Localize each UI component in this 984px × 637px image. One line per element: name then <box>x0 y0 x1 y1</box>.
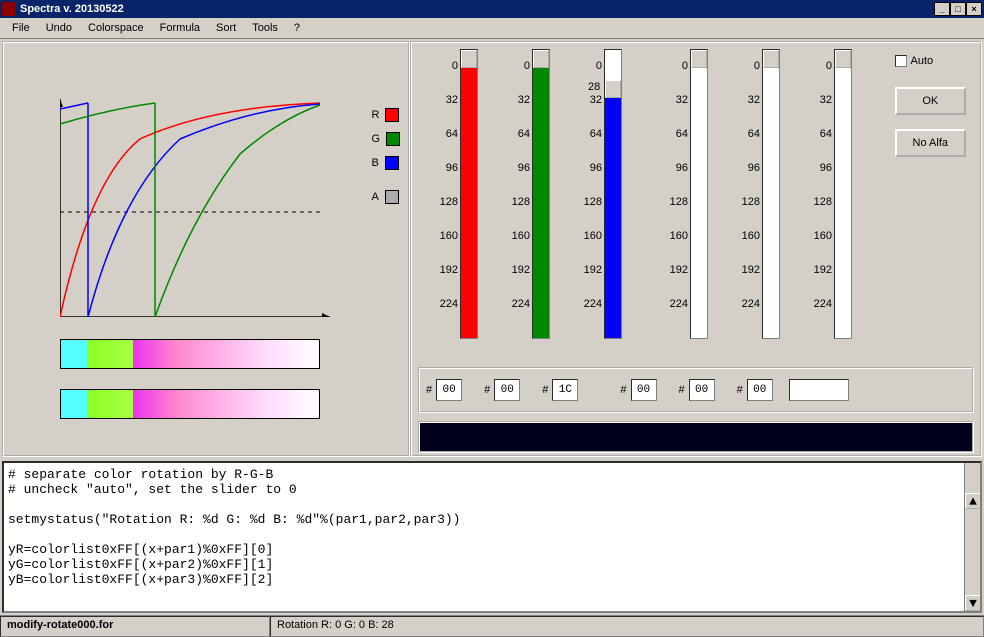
slider-thumb-2[interactable] <box>605 80 621 98</box>
hash-5: # <box>679 384 685 396</box>
hash-6: # <box>737 384 743 396</box>
hash-3: # <box>542 384 548 396</box>
legend-g-swatch <box>386 132 400 146</box>
slider-thumb-4[interactable] <box>763 50 779 68</box>
legend-b-swatch <box>385 156 399 170</box>
slider-ticks-0: 0326496128160192224 <box>418 49 458 321</box>
scroll-down-icon[interactable]: ▼ <box>965 595 981 611</box>
legend-a-label: A <box>371 191 378 203</box>
hash-4: # <box>620 384 626 396</box>
hex-row: # # # # # # <box>418 367 974 413</box>
hex-combined-input[interactable] <box>789 379 849 401</box>
slider-ticks-3: 0326496128160192224 <box>648 49 688 321</box>
slider-ticks-1: 0326496128160192224 <box>490 49 530 321</box>
scroll-up-icon[interactable]: ▲ <box>965 493 981 509</box>
sliders-panel: 0326496128160192224 0326496128160192224 03… <box>410 41 982 457</box>
titlebar: Spectra v. 20130522 _ □ × <box>0 0 984 18</box>
close-button[interactable]: × <box>966 2 982 16</box>
slider-value-2: 28 <box>588 81 600 93</box>
slider-thumb-1[interactable] <box>533 50 549 68</box>
window-title: Spectra v. 20130522 <box>20 3 934 15</box>
slider-thumb-3[interactable] <box>691 50 707 68</box>
slider-2[interactable] <box>604 49 622 339</box>
legend-r-label: R <box>371 109 379 121</box>
hex-b-input[interactable] <box>552 379 578 401</box>
hex-6-input[interactable] <box>747 379 773 401</box>
hash-1: # <box>426 384 432 396</box>
hex-5-input[interactable] <box>689 379 715 401</box>
slider-1[interactable] <box>532 49 550 339</box>
slider-thumb-5[interactable] <box>835 50 851 68</box>
menu-colorspace[interactable]: Colorspace <box>80 20 152 36</box>
hex-g-input[interactable] <box>494 379 520 401</box>
slider-ticks-4: 0326496128160192224 <box>720 49 760 321</box>
menu-sort[interactable]: Sort <box>208 20 244 36</box>
legend-g-label: G <box>371 133 380 145</box>
color-preview-bar <box>418 421 974 453</box>
slider-thumb-0[interactable] <box>461 50 477 68</box>
curve-graph <box>60 99 330 317</box>
minimize-button[interactable]: _ <box>934 2 950 16</box>
legend-r-swatch <box>385 108 399 122</box>
menu-tools[interactable]: Tools <box>244 20 286 36</box>
menu-undo[interactable]: Undo <box>38 20 80 36</box>
gradient-preview-2 <box>60 389 320 419</box>
slider-4[interactable] <box>762 49 780 339</box>
graph-panel: R G B A <box>2 41 410 457</box>
ok-button[interactable]: OK <box>895 87 966 115</box>
slider-3[interactable] <box>690 49 708 339</box>
slider-0[interactable] <box>460 49 478 339</box>
auto-checkbox[interactable]: Auto <box>895 55 934 67</box>
menu-file[interactable]: File <box>4 20 38 36</box>
menubar: File Undo Colorspace Formula Sort Tools … <box>0 18 984 39</box>
maximize-button[interactable]: □ <box>950 2 966 16</box>
slider-5[interactable] <box>834 49 852 339</box>
code-editor[interactable]: # separate color rotation by R-G-B # unc… <box>2 461 982 613</box>
hex-r-input[interactable] <box>436 379 462 401</box>
gradient-preview-1 <box>60 339 320 369</box>
hash-2: # <box>484 384 490 396</box>
noalfa-button[interactable]: No Alfa <box>895 129 966 157</box>
scrollbar[interactable]: ▲ ▼ <box>964 463 980 611</box>
legend-a-swatch <box>385 190 399 204</box>
app-icon <box>2 2 16 16</box>
slider-ticks-5: 0326496128160192224 <box>792 49 832 321</box>
legend: R G B A <box>371 103 400 209</box>
menu-formula[interactable]: Formula <box>152 20 208 36</box>
hex-4-input[interactable] <box>631 379 657 401</box>
menu-help[interactable]: ? <box>286 20 308 36</box>
legend-b-label: B <box>371 157 378 169</box>
